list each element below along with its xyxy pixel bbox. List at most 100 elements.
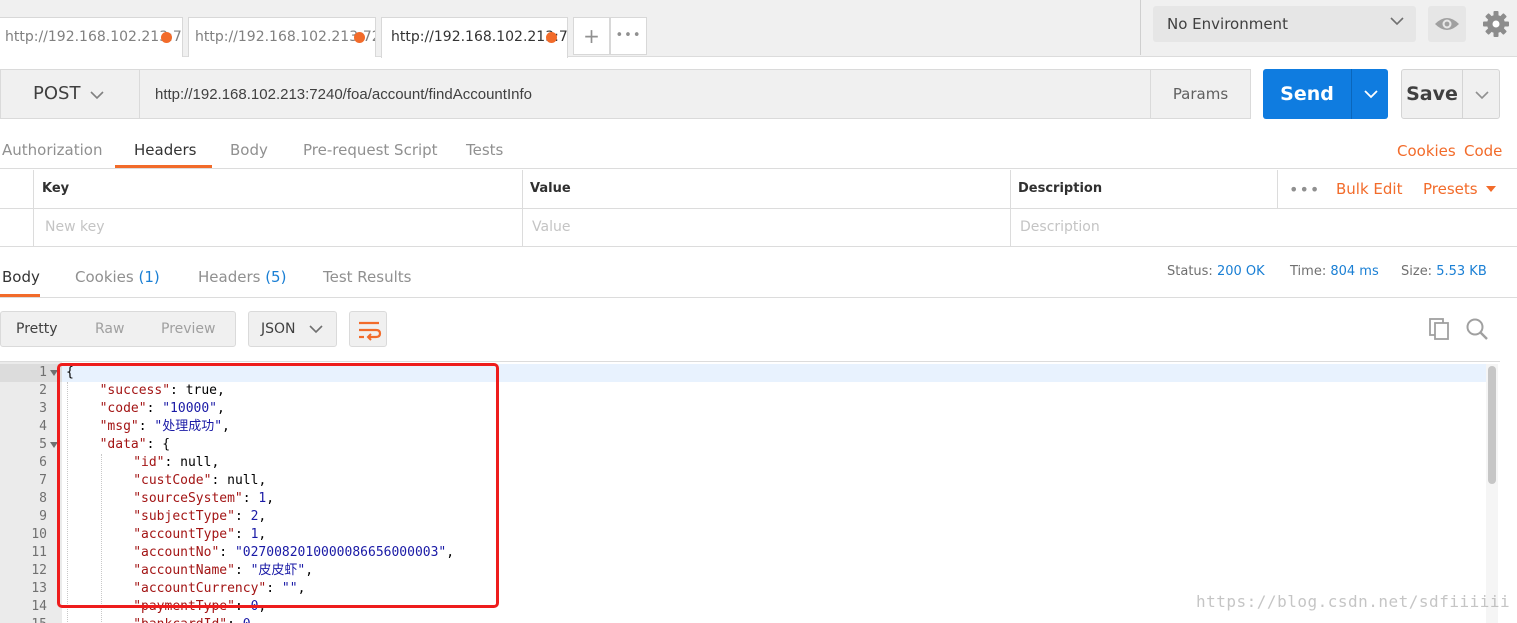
active-tab-indicator: [115, 165, 212, 168]
json-key: "bankcardId": [133, 617, 227, 623]
column-divider: [1277, 170, 1278, 209]
new-key-input[interactable]: New key: [45, 219, 105, 235]
response-tab-label: Headers: [198, 268, 266, 286]
search-icon[interactable]: [1465, 317, 1489, 341]
column-divider: [522, 170, 523, 247]
caret-down-icon: [1486, 186, 1497, 192]
environment-quick-look-button[interactable]: [1428, 6, 1466, 42]
request-tab-1[interactable]: http://192.168.102.213:7240/foa/account/…: [0, 17, 183, 57]
headers-more-button[interactable]: •••: [1289, 180, 1320, 199]
new-description-input[interactable]: Description: [1020, 219, 1100, 235]
gear-icon[interactable]: [1481, 9, 1511, 39]
count-badge: (5): [265, 268, 287, 286]
tab-options-button[interactable]: •••: [610, 17, 647, 55]
json-colon: :: [227, 617, 243, 623]
presets-label: Presets: [1423, 180, 1478, 198]
size-value: 5.53 KB: [1436, 264, 1487, 279]
watermark: https://blog.csdn.net/sdfiiiiii: [1196, 592, 1511, 611]
line-number: 7: [39, 473, 47, 488]
chevron-down-icon: [1390, 17, 1404, 26]
chevron-down-icon: [1364, 90, 1378, 99]
environment-select-value: No Environment: [1167, 15, 1288, 33]
tab-tests[interactable]: Tests: [466, 141, 503, 159]
view-mode-raw[interactable]: Raw: [95, 321, 124, 337]
time-value: 804 ms: [1330, 264, 1379, 279]
line-number: 6: [39, 455, 47, 470]
line-number: 13: [31, 581, 47, 596]
status-value: 200 OK: [1216, 264, 1265, 279]
view-mode-group: Pretty Raw Preview: [0, 311, 236, 347]
send-button[interactable]: Send: [1263, 69, 1351, 119]
tab-pre-request-script[interactable]: Pre-request Script: [303, 141, 438, 159]
headers-table-new-row: [0, 209, 1517, 247]
line-number: 14: [31, 599, 47, 614]
copy-icon[interactable]: [1427, 317, 1451, 341]
column-divider: [1010, 170, 1011, 247]
format-select-value: JSON: [261, 321, 296, 337]
line-number: 12: [31, 563, 47, 578]
line-number: 15: [0, 616, 47, 623]
status-readout: Status: 200 OK: [1167, 264, 1265, 279]
tab-headers[interactable]: Headers: [134, 141, 196, 159]
column-header-description: Description: [1018, 181, 1103, 196]
wrap-lines-button[interactable]: [349, 311, 387, 347]
tab-authorization[interactable]: Authorization: [2, 141, 102, 159]
environment-select[interactable]: No Environment: [1153, 6, 1416, 42]
size-readout: Size: 5.53 KB: [1401, 264, 1487, 279]
count-badge: (1): [138, 268, 160, 286]
tab-body[interactable]: Body: [230, 141, 268, 159]
status-label: Status:: [1167, 264, 1213, 279]
column-divider: [33, 170, 34, 247]
chevron-down-icon: [309, 325, 323, 334]
view-mode-preview[interactable]: Preview: [161, 321, 216, 337]
unsaved-dot-icon: [354, 32, 365, 43]
request-tab-label: http://192.168.102.213:7240/foa/account/…: [195, 29, 375, 45]
cookies-link[interactable]: Cookies: [1397, 142, 1456, 160]
plus-icon: +: [583, 24, 600, 48]
line-number: 3: [39, 401, 47, 416]
line-number: 1: [39, 365, 47, 380]
line-number: 4: [39, 419, 47, 434]
response-tab-body[interactable]: Body: [2, 268, 40, 286]
line-number: 8: [39, 491, 47, 506]
response-tab-headers[interactable]: Headers (5): [198, 268, 286, 286]
format-select[interactable]: JSON: [248, 311, 337, 347]
chevron-down-icon: [1475, 91, 1489, 100]
code-link[interactable]: Code: [1464, 142, 1502, 160]
line-number: 10: [31, 527, 47, 542]
view-mode-pretty[interactable]: Pretty: [16, 321, 58, 337]
bulk-edit-link[interactable]: Bulk Edit: [1336, 180, 1402, 198]
response-tab-label: Test Results: [323, 268, 412, 286]
save-options-button[interactable]: [1462, 69, 1500, 119]
eye-icon: [1435, 18, 1459, 30]
column-header-value: Value: [530, 181, 571, 196]
request-tab-3-active[interactable]: http://192.168.102.213:7240/foa/account/…: [381, 17, 568, 58]
time-label: Time:: [1290, 264, 1327, 279]
save-button[interactable]: Save: [1401, 69, 1463, 119]
json-comma: ,: [251, 617, 259, 623]
size-label: Size:: [1401, 264, 1433, 279]
code-line: "bankcardId": 0,: [133, 616, 258, 623]
tab-strip: http://192.168.102.213:7240/foa/account/…: [0, 0, 1517, 58]
response-tab-label: Body: [2, 268, 40, 286]
presets-dropdown[interactable]: Presets: [1423, 180, 1497, 198]
response-tab-label: Cookies: [75, 268, 139, 286]
wrap-lines-icon: [359, 321, 382, 341]
line-number: 11: [31, 545, 47, 560]
params-button[interactable]: Params: [1150, 69, 1251, 119]
request-tabs: [0, 131, 1517, 169]
response-tab-test-results[interactable]: Test Results: [323, 268, 411, 286]
active-tab-indicator: [0, 294, 40, 297]
line-number: 2: [39, 383, 47, 398]
unsaved-dot-icon: [546, 32, 557, 43]
url-input[interactable]: [139, 69, 1150, 119]
new-value-input[interactable]: Value: [532, 219, 570, 235]
request-tab-2[interactable]: http://192.168.102.213:7240/foa/account/…: [188, 17, 376, 57]
scrollbar-thumb[interactable]: [1488, 366, 1496, 484]
line-number: 9: [39, 509, 47, 524]
http-method-select[interactable]: POST: [0, 69, 139, 119]
new-tab-button[interactable]: +: [573, 17, 610, 55]
send-options-button[interactable]: [1351, 69, 1388, 119]
request-tab-label: http://192.168.102.213:7240/foa/account/…: [5, 29, 182, 45]
response-tab-cookies[interactable]: Cookies (1): [75, 268, 160, 286]
